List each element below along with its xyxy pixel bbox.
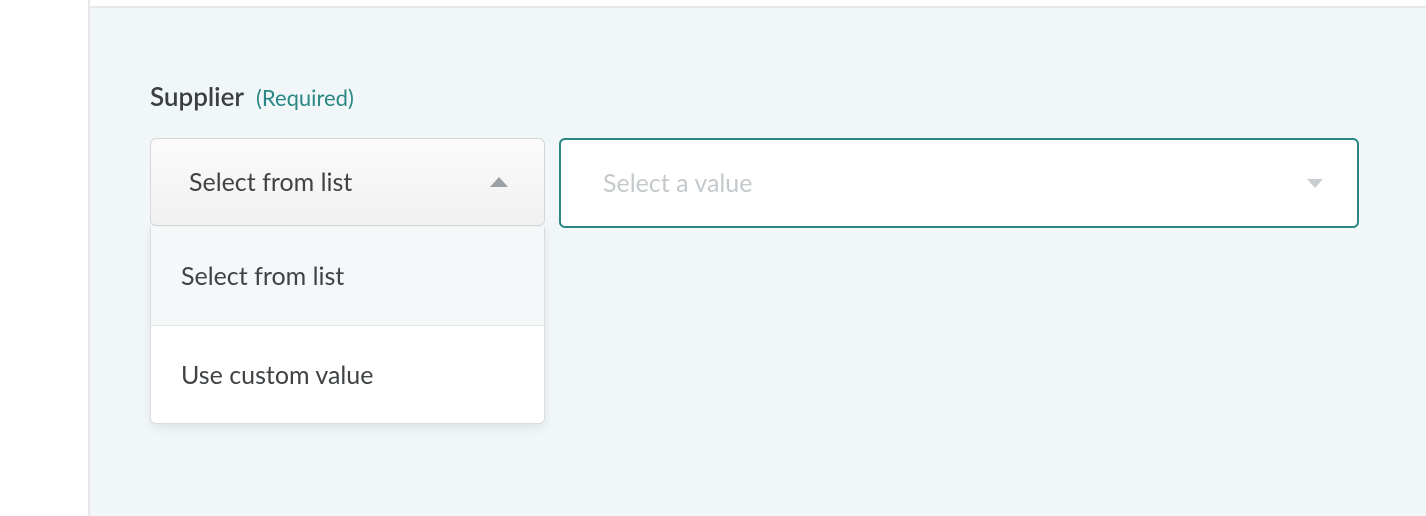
- mode-dropdown-selected: Select from list: [189, 167, 352, 197]
- mode-dropdown: Select from list Select from list Use cu…: [150, 138, 545, 226]
- chevron-up-icon: [490, 177, 508, 187]
- mode-option-label: Select from list: [181, 261, 344, 291]
- mode-dropdown-menu: Select from list Use custom value: [150, 227, 545, 424]
- field-label: Supplier: [150, 80, 244, 112]
- controls-row: Select from list Select from list Use cu…: [150, 138, 1366, 228]
- mode-option-label: Use custom value: [181, 360, 373, 390]
- form-panel: Supplier (Required) Select from list Sel…: [90, 6, 1426, 516]
- left-gutter: [0, 0, 88, 516]
- mode-dropdown-button[interactable]: Select from list: [150, 138, 545, 226]
- mode-option-use-custom-value[interactable]: Use custom value: [151, 325, 544, 423]
- mode-option-select-from-list[interactable]: Select from list: [151, 227, 544, 325]
- chevron-down-icon: [1307, 179, 1323, 188]
- value-select[interactable]: Select a value: [559, 138, 1359, 228]
- field-label-row: Supplier (Required): [150, 80, 1366, 112]
- required-tag: (Required): [256, 84, 354, 111]
- value-select-placeholder: Select a value: [603, 168, 752, 198]
